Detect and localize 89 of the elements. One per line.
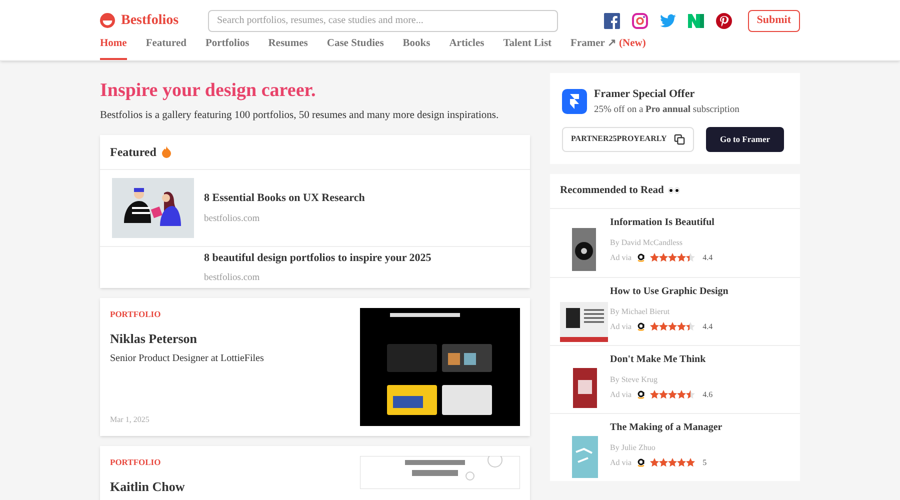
book-item[interactable]: Information Is Beautiful By David McCandless Ad via 4.4 xyxy=(550,208,800,277)
book-title: Information Is Beautiful xyxy=(610,216,714,230)
star-icon xyxy=(686,253,695,262)
star-icon xyxy=(650,390,659,400)
offer-text: 25% off on a Pro annual subscription xyxy=(594,104,740,116)
star-icon xyxy=(668,253,677,262)
designer-role: Senior Product Designer at LottieFiles xyxy=(110,352,264,366)
ad-label: Ad via xyxy=(610,320,632,333)
eyes-icon xyxy=(668,187,680,194)
new-label: (New) xyxy=(618,38,646,50)
amazon-icon xyxy=(636,322,645,332)
nav-tab[interactable]: Books xyxy=(402,36,430,60)
category-label: PORTFOLIO xyxy=(110,308,162,321)
star-icon xyxy=(668,390,677,400)
star-icon xyxy=(658,253,668,262)
book-author: By Michael Bierut xyxy=(610,306,671,318)
star-icon xyxy=(668,322,677,332)
logo-icon xyxy=(100,13,115,28)
book-author: By Julie Zhuo xyxy=(610,442,656,454)
nav-tab[interactable]: Portfolios xyxy=(205,36,250,60)
ad-label: Ad via xyxy=(610,388,632,401)
search-field[interactable]: Search portfolios, resumes, case studies and more... xyxy=(208,10,558,32)
featured-item[interactable]: 8 beautiful design portfolios to inspire your 2025 bestfolios.com xyxy=(100,246,530,288)
go-to-framer-button[interactable]: Go to Framer xyxy=(706,126,784,152)
hero-text: Bestfolios is a gallery featuring 100 portfolios, 50 resumes and many more design inspirations. xyxy=(100,108,500,122)
ad-label: Ad via xyxy=(610,252,632,264)
promo-code-field[interactable]: PARTNER25PROYEARLY xyxy=(562,126,694,152)
nav-tab[interactable]: Resumes xyxy=(268,36,308,60)
nav-tab[interactable]: Featured xyxy=(146,36,186,60)
star-icon xyxy=(650,458,659,468)
star-icon xyxy=(686,458,695,468)
featured-item-source: bestfolios.com xyxy=(204,272,261,286)
facebook-icon[interactable] xyxy=(604,12,620,28)
nav-tab[interactable]: Case Studies xyxy=(326,36,384,60)
copy-icon[interactable] xyxy=(674,134,685,145)
amazon-icon xyxy=(636,253,645,262)
star-icon xyxy=(658,390,668,400)
book-title: The Making of a Manager xyxy=(610,420,722,435)
amazon-icon xyxy=(636,458,645,468)
featured-item[interactable]: 8 Essential Books on UX Research bestfolios.com xyxy=(100,170,530,246)
designer-name: Niklas Peterson xyxy=(110,330,198,348)
offer-title: Framer Special Offer xyxy=(594,87,696,102)
star-icon xyxy=(686,322,695,332)
book-author: By Steve Krug xyxy=(610,374,659,386)
book-rating: 4.4 xyxy=(702,252,713,264)
nav-tab[interactable]: Home xyxy=(100,36,127,60)
flame-icon xyxy=(162,146,172,158)
featured-title: Featured xyxy=(110,144,156,162)
featured-item-title: 8 Essential Books on UX Research xyxy=(204,191,365,206)
hero-title: Inspire your design career. xyxy=(100,79,317,103)
star-icon xyxy=(676,390,686,400)
star-icon xyxy=(686,390,695,400)
star-icon xyxy=(650,322,659,332)
amazon-icon xyxy=(636,390,645,400)
book-item[interactable]: How to Use Graphic Design By Michael Bierut Ad via 4.4 xyxy=(550,276,800,345)
star-icon xyxy=(676,322,686,332)
book-title: How to Use Graphic Design xyxy=(610,284,728,299)
pinterest-icon[interactable] xyxy=(716,12,732,28)
recommended-title: Recommended to Read xyxy=(560,184,664,198)
post-date: Mar 1, 2025 xyxy=(110,414,150,426)
designer-name: Kaitlin Chow xyxy=(110,478,185,496)
bird-icon[interactable] xyxy=(660,14,676,28)
portfolio-card[interactable]: PORTFOLIO Kaitlin Chow xyxy=(100,446,530,500)
book-item[interactable]: The Making of a Manager By Julie Zhuo Ad via 5 xyxy=(550,412,800,481)
book-item[interactable]: Don't Make Me Think By Steve Krug Ad via 4.6 xyxy=(550,344,800,413)
category-label: PORTFOLIO xyxy=(110,456,162,469)
star-icon xyxy=(676,458,686,468)
instagram-icon[interactable] xyxy=(632,12,648,28)
star-icon xyxy=(676,253,686,262)
star-icon xyxy=(658,458,668,468)
star-icon xyxy=(668,458,677,468)
star-icon xyxy=(658,322,668,332)
featured-item-title: 8 beautiful design portfolios to inspire your 2025 xyxy=(204,250,432,266)
featured-item-source: bestfolios.com xyxy=(204,212,261,226)
book-rating: 4.4 xyxy=(702,320,713,333)
book-rating: 4.6 xyxy=(702,388,713,401)
book-author: By David McCandless xyxy=(610,236,684,249)
ad-label: Ad via xyxy=(610,456,632,469)
submit-button[interactable]: Submit xyxy=(748,10,800,32)
nav-tab[interactable]: Talent List xyxy=(503,36,552,60)
framer-logo-icon xyxy=(562,88,587,114)
nav-tab[interactable]: Articles xyxy=(449,36,484,60)
portfolio-card[interactable]: PORTFOLIO Niklas Peterson Senior Product Designer at LottieFiles Mar 1, 2025 xyxy=(100,298,530,436)
logo-text[interactable]: Bestfolios xyxy=(121,10,179,31)
star-icon xyxy=(650,253,659,262)
nav-tab[interactable]: Framer ↗ (New) xyxy=(570,36,646,60)
n-logo-icon[interactable] xyxy=(688,14,704,28)
book-title: Don't Make Me Think xyxy=(610,352,707,367)
book-rating: 5 xyxy=(702,456,707,469)
